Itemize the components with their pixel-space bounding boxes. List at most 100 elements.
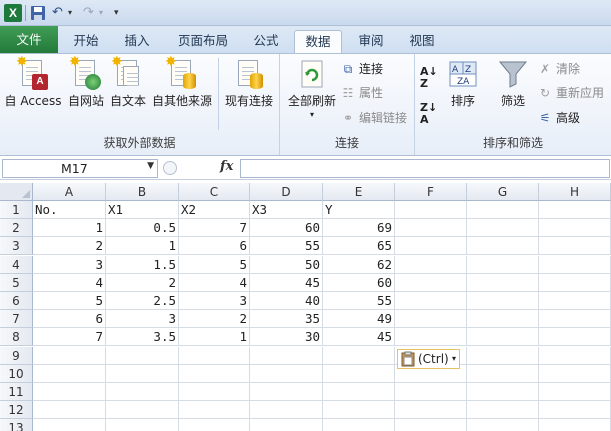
refresh-all-button[interactable]: 全部刷新 ▾ xyxy=(284,56,340,122)
cell-h6[interactable] xyxy=(539,292,611,310)
undo-dropdown-icon[interactable]: ▾ xyxy=(68,5,72,21)
cell-a11[interactable] xyxy=(33,383,106,401)
cell-h5[interactable] xyxy=(539,273,611,292)
cell-b8[interactable]: 3.5 xyxy=(106,328,179,347)
cell-e9[interactable] xyxy=(323,346,395,365)
cell-c7[interactable]: 2 xyxy=(179,310,250,329)
cell-f11[interactable] xyxy=(395,383,467,401)
filter-button[interactable]: 筛选 xyxy=(495,56,531,108)
cell-d13[interactable] xyxy=(250,419,323,431)
cell-e10[interactable] xyxy=(323,364,395,383)
advanced-button[interactable]: ⚟ 高级 xyxy=(537,109,580,127)
row-header-10[interactable]: 10 xyxy=(0,364,33,383)
cell-b1[interactable]: X1 xyxy=(106,201,179,219)
cell-h9[interactable] xyxy=(539,346,611,365)
cell-h8[interactable] xyxy=(539,328,611,347)
row-header-3[interactable]: 3 xyxy=(0,237,33,256)
row-header-6[interactable]: 6 xyxy=(0,292,33,310)
cell-e4[interactable]: 62 xyxy=(323,255,395,274)
tab-data[interactable]: 数据 xyxy=(294,30,342,53)
cell-b10[interactable] xyxy=(106,364,179,383)
row-header-11[interactable]: 11 xyxy=(0,383,33,401)
cell-a12[interactable] xyxy=(33,401,106,420)
cell-g7[interactable] xyxy=(467,310,539,329)
cell-f12[interactable] xyxy=(395,401,467,420)
existing-connections-button[interactable]: 现有连接 xyxy=(222,56,276,108)
column-header-c[interactable]: C xyxy=(179,183,250,201)
cell-f5[interactable] xyxy=(395,273,467,292)
tab-formulas[interactable]: 公式 xyxy=(246,30,286,53)
cell-g8[interactable] xyxy=(467,328,539,347)
cell-d5[interactable]: 45 xyxy=(250,273,323,292)
cell-f6[interactable] xyxy=(395,292,467,310)
cell-d12[interactable] xyxy=(250,401,323,420)
from-text-button[interactable]: ✸ 自文本 xyxy=(108,55,148,108)
save-icon[interactable] xyxy=(30,5,46,21)
cell-d9[interactable] xyxy=(250,346,323,365)
name-box[interactable]: M17 ▼ xyxy=(2,159,158,178)
cell-f3[interactable] xyxy=(395,237,467,256)
cell-e13[interactable] xyxy=(323,419,395,431)
cell-c12[interactable] xyxy=(179,401,250,420)
row-header-2[interactable]: 2 xyxy=(0,219,33,238)
cell-h7[interactable] xyxy=(539,310,611,329)
paste-options-button[interactable]: (Ctrl) ▾ xyxy=(397,349,460,369)
cell-b9[interactable] xyxy=(106,346,179,365)
cell-g3[interactable] xyxy=(467,237,539,256)
cell-a7[interactable]: 6 xyxy=(33,310,106,329)
edit-links-button[interactable]: ⚭ 编辑链接 xyxy=(340,109,407,127)
cell-b7[interactable]: 3 xyxy=(106,310,179,329)
column-header-f[interactable]: F xyxy=(395,183,467,201)
row-header-13[interactable]: 13 xyxy=(0,419,33,431)
tab-page-layout[interactable]: 页面布局 xyxy=(171,30,235,53)
cell-g6[interactable] xyxy=(467,292,539,310)
cell-c4[interactable]: 5 xyxy=(179,255,250,274)
sort-descending-button[interactable]: Z↓ A xyxy=(420,102,437,126)
cell-e6[interactable]: 55 xyxy=(323,292,395,310)
cell-a5[interactable]: 4 xyxy=(33,273,106,292)
column-header-g[interactable]: G xyxy=(467,183,539,201)
cell-g9[interactable] xyxy=(467,346,539,365)
cell-d6[interactable]: 40 xyxy=(250,292,323,310)
cell-e3[interactable]: 65 xyxy=(323,237,395,256)
cell-a10[interactable] xyxy=(33,364,106,383)
cell-a13[interactable] xyxy=(33,419,106,431)
cell-g4[interactable] xyxy=(467,255,539,274)
cell-h13[interactable] xyxy=(539,419,611,431)
cell-c11[interactable] xyxy=(179,383,250,401)
refresh-dropdown-icon[interactable]: ▾ xyxy=(284,108,340,122)
name-box-dropdown-icon[interactable]: ▼ xyxy=(147,161,154,171)
tab-review[interactable]: 审阅 xyxy=(351,30,391,53)
row-header-8[interactable]: 8 xyxy=(0,328,33,347)
row-header-1[interactable]: 1 xyxy=(0,201,33,219)
cell-b5[interactable]: 2 xyxy=(106,273,179,292)
cell-e12[interactable] xyxy=(323,401,395,420)
cell-h1[interactable] xyxy=(539,201,611,219)
tab-view[interactable]: 视图 xyxy=(402,30,442,53)
cell-b3[interactable]: 1 xyxy=(106,237,179,256)
cell-d7[interactable]: 35 xyxy=(250,310,323,329)
cell-e8[interactable]: 45 xyxy=(323,328,395,347)
cell-e11[interactable] xyxy=(323,383,395,401)
reapply-button[interactable]: ↻ 重新应用 xyxy=(537,84,604,102)
cell-a1[interactable]: No. xyxy=(33,201,106,219)
row-header-5[interactable]: 5 xyxy=(0,273,33,292)
cell-h4[interactable] xyxy=(539,255,611,274)
customize-qa-icon[interactable]: ▾ xyxy=(114,5,119,21)
cell-c10[interactable] xyxy=(179,364,250,383)
column-header-h[interactable]: H xyxy=(539,183,611,201)
cell-f8[interactable] xyxy=(395,328,467,347)
from-access-button[interactable]: ✸ A 自 Access xyxy=(2,55,64,108)
cell-e7[interactable]: 49 xyxy=(323,310,395,329)
cell-a6[interactable]: 5 xyxy=(33,292,106,310)
cell-h2[interactable] xyxy=(539,219,611,238)
cell-g2[interactable] xyxy=(467,219,539,238)
cell-f13[interactable] xyxy=(395,419,467,431)
formula-input[interactable] xyxy=(240,159,610,178)
cell-f4[interactable] xyxy=(395,255,467,274)
cell-c2[interactable]: 7 xyxy=(179,219,250,238)
column-header-b[interactable]: B xyxy=(106,183,179,201)
formula-bar-expand-icon[interactable] xyxy=(163,161,177,175)
cell-c5[interactable]: 4 xyxy=(179,273,250,292)
sort-ascending-button[interactable]: A↓ Z xyxy=(420,66,438,90)
